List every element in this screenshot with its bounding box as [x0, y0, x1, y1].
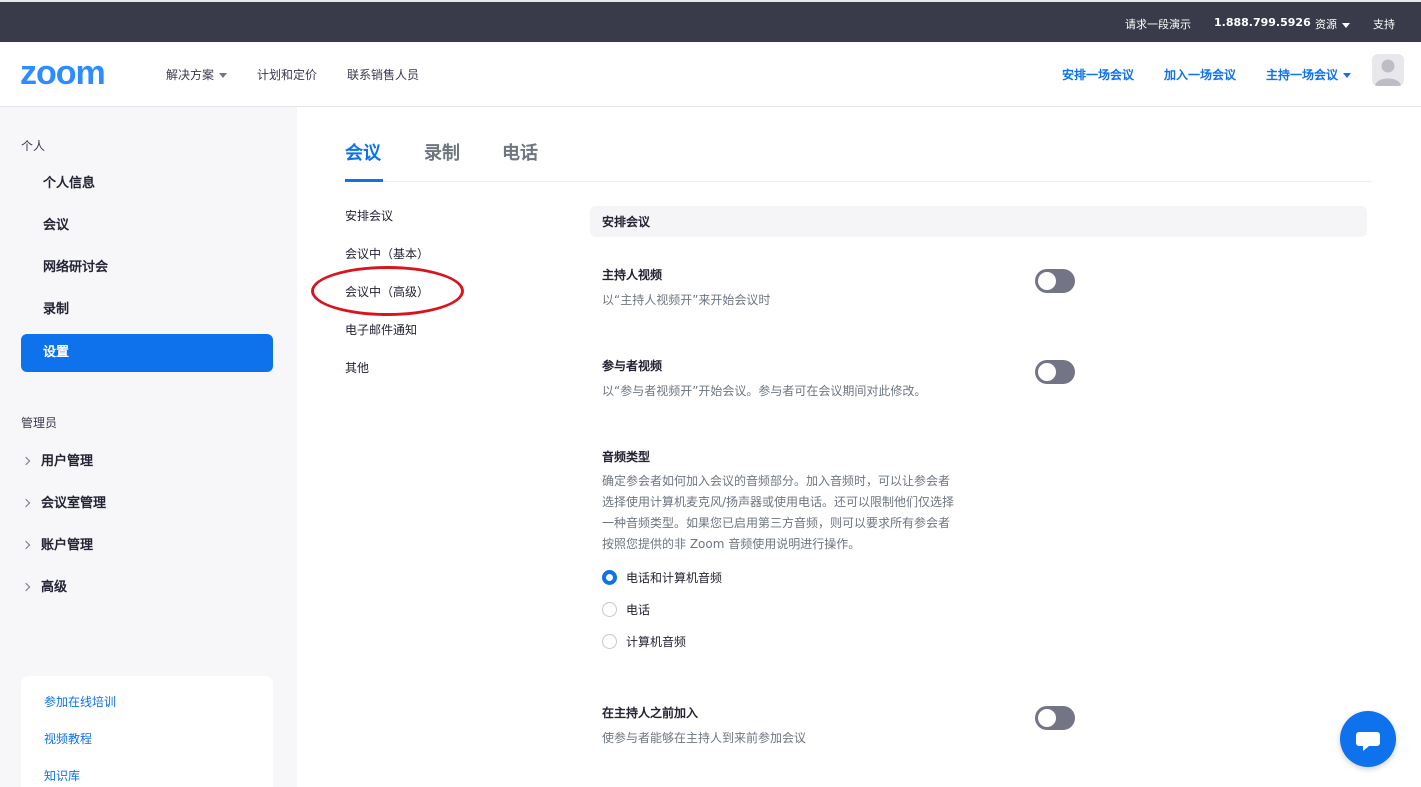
subnav-other[interactable]: 其他 [345, 359, 369, 376]
sidebar-item-recordings[interactable]: 录制 [21, 291, 273, 329]
sidebar-item-account-management[interactable]: 账户管理 [21, 527, 93, 565]
join-before-host-desc: 使参与者能够在主持人到来前参加会议 [602, 731, 807, 745]
tab-divider [345, 181, 1371, 182]
resources-label: 资源 [1315, 18, 1337, 31]
help-links-card: 参加在线培训 视频教程 知识库 [21, 676, 273, 787]
top-utility-bar: 请求一段演示 1.888.799.5926 资源 支持 [0, 0, 1421, 42]
toggle-knob [1038, 272, 1056, 290]
solutions-menu[interactable]: 解决方案 [166, 66, 228, 83]
section-title: 安排会议 [602, 215, 651, 229]
sidebar-item-label: 会议室管理 [41, 496, 107, 511]
sidebar-item-room-management[interactable]: 会议室管理 [21, 485, 106, 523]
knowledge-base-link[interactable]: 知识库 [44, 767, 80, 784]
sidebar-item-profile[interactable]: 个人信息 [21, 165, 273, 203]
join-before-host-title: 在主持人之前加入 [602, 706, 699, 720]
caret-down-icon [219, 73, 228, 78]
audio-type-title: 音频类型 [602, 450, 651, 464]
resources-menu[interactable]: 资源 [1315, 16, 1350, 32]
toggle-knob [1038, 709, 1056, 727]
join-before-host-toggle[interactable] [1035, 706, 1075, 730]
online-training-link[interactable]: 参加在线培训 [44, 693, 116, 710]
host-meeting-menu[interactable]: 主持一场会议 [1266, 66, 1352, 83]
subnav-schedule-meeting[interactable]: 安排会议 [345, 207, 393, 224]
host-video-desc: 以“主持人视频开”来开始会议时 [602, 293, 771, 307]
sidebar: 个人 个人信息 会议 网络研讨会 录制 设置 管理员 用户管理 会议室管理 账户… [0, 107, 297, 787]
admin-section-title: 管理员 [21, 416, 58, 430]
contact-sales-link[interactable]: 联系销售人员 [347, 66, 419, 83]
section-header: 安排会议 [590, 206, 1367, 237]
join-meeting-link[interactable]: 加入一场会议 [1164, 66, 1236, 83]
toggle-knob [1038, 363, 1056, 381]
sidebar-item-label: 高级 [41, 580, 68, 595]
sidebar-item-user-management[interactable]: 用户管理 [21, 443, 93, 481]
highlight-annotation-ellipse [311, 266, 464, 316]
plans-pricing-link[interactable]: 计划和定价 [257, 66, 317, 83]
sidebar-item-label: 账户管理 [41, 538, 94, 553]
audio-option-both[interactable]: 电话和计算机音频 [602, 570, 722, 588]
video-tutorials-link[interactable]: 视频教程 [44, 730, 92, 747]
host-video-title: 主持人视频 [602, 268, 663, 282]
host-meeting-label: 主持一场会议 [1266, 68, 1339, 82]
sidebar-item-label: 用户管理 [41, 454, 94, 469]
audio-option-computer[interactable]: 计算机音频 [602, 634, 686, 652]
audio-type-desc-line-4: 按照您提供的非 Zoom 音频使用说明进行操作。 [602, 537, 861, 551]
chevron-right-icon [21, 582, 31, 591]
main-header: zoom 解决方案 计划和定价 联系销售人员 安排一场会议 加入一场会议 主持一… [0, 42, 1421, 107]
phone-number: 1.888.799.5926 [1214, 16, 1311, 29]
personal-section-title: 个人 [21, 139, 46, 153]
caret-down-icon [1343, 73, 1352, 78]
active-tab-indicator [345, 179, 383, 182]
chevron-right-icon [21, 540, 31, 549]
radio-unselected-icon[interactable] [602, 602, 617, 617]
radio-unselected-icon[interactable] [602, 634, 617, 649]
participant-video-toggle[interactable] [1035, 360, 1075, 384]
caret-down-icon [1342, 22, 1350, 28]
zoom-logo[interactable]: zoom [20, 54, 106, 93]
chevron-right-icon [21, 456, 31, 465]
subnav-email-notification[interactable]: 电子邮件通知 [345, 321, 417, 338]
sidebar-item-meetings[interactable]: 会议 [21, 207, 273, 245]
tab-recording[interactable]: 录制 [424, 139, 460, 165]
participant-video-title: 参与者视频 [602, 359, 663, 373]
chat-bubble-icon [1356, 732, 1380, 751]
audio-type-desc-line-1: 确定参会者如何加入会议的音频部分。加入音频时，可以让参会者 [602, 474, 951, 488]
solutions-label: 解决方案 [166, 68, 215, 82]
tab-telephone[interactable]: 电话 [502, 139, 538, 165]
audio-type-desc-line-2: 选择使用计算机麦克风/扬声器或使用电话。还可以限制他们仅选择 [602, 495, 955, 509]
user-silhouette-icon [1375, 59, 1401, 86]
schedule-meeting-link[interactable]: 安排一场会议 [1062, 66, 1134, 83]
participant-video-desc: 以“参与者视频开”开始会议。参与者可在会议期间对此修改。 [602, 384, 927, 398]
request-demo-link[interactable]: 请求一段演示 [1125, 16, 1191, 32]
tab-meeting[interactable]: 会议 [345, 139, 381, 165]
sidebar-item-webinars[interactable]: 网络研讨会 [21, 249, 273, 287]
sidebar-item-advanced[interactable]: 高级 [21, 569, 67, 607]
subnav-in-meeting-basic[interactable]: 会议中（基本） [345, 245, 429, 262]
radio-label: 电话 [626, 603, 651, 617]
chat-button[interactable] [1340, 711, 1396, 767]
host-video-toggle[interactable] [1035, 269, 1075, 293]
chevron-right-icon [21, 498, 31, 507]
audio-type-desc-line-3: 一种音频类型。如果您已启用第三方音频，则可以要求所有参会者 [602, 516, 951, 530]
support-link[interactable]: 支持 [1373, 16, 1395, 32]
radio-selected-icon[interactable] [602, 570, 617, 585]
sidebar-item-settings[interactable]: 设置 [21, 334, 273, 372]
radio-label: 计算机音频 [626, 635, 687, 649]
radio-label: 电话和计算机音频 [626, 571, 723, 585]
avatar[interactable] [1372, 54, 1404, 86]
audio-option-telephone[interactable]: 电话 [602, 602, 650, 620]
